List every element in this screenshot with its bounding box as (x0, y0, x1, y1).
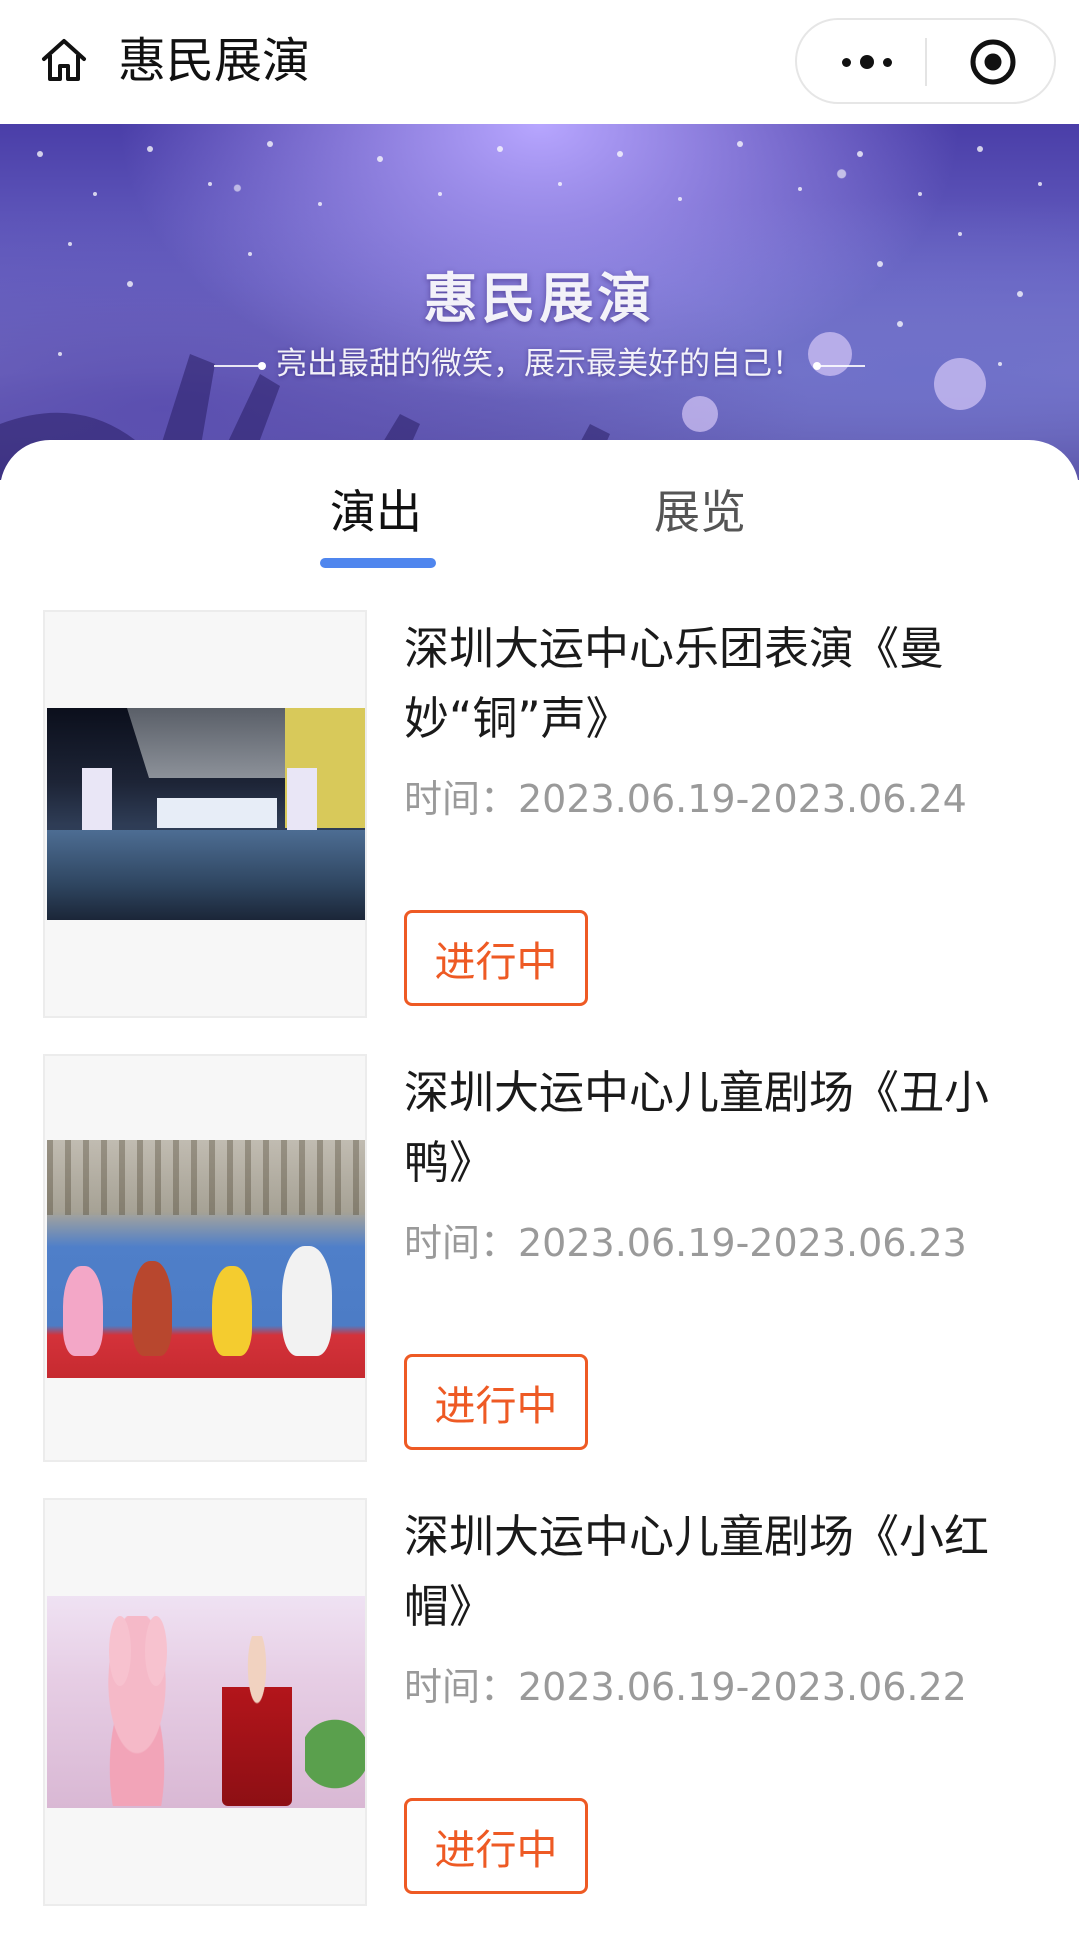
banner-subtitle: 亮出最甜的微笑，展示最美好的自己！ (276, 346, 803, 382)
close-button[interactable] (961, 32, 1025, 92)
more-dots-icon-right (883, 57, 892, 67)
event-thumbnail-frame (43, 610, 367, 1018)
event-time: 时间：2023.06.19-2023.06.24 (404, 777, 967, 821)
status-badge[interactable]: 进行中 (404, 910, 588, 1006)
list-item[interactable]: 深圳大运中心儿童剧场《小红帽》 时间：2023.06.19-2023.06.22… (0, 1498, 1079, 1908)
banner-title: 惠民展演 (423, 267, 656, 330)
subtitle-line-left (214, 361, 266, 370)
event-title[interactable]: 深圳大运中心儿童剧场《小红帽》 (404, 1502, 1044, 1642)
list-item[interactable]: 深圳大运中心乐团表演《曼妙“铜”声》 时间：2023.06.19-2023.06… (0, 610, 1079, 1020)
event-thumbnail-red-riding-hood (47, 1596, 365, 1808)
home-icon (42, 39, 86, 81)
event-thumbnail-orchestra (47, 708, 365, 920)
target-close-icon (970, 39, 1016, 85)
more-button[interactable] (817, 30, 917, 94)
list-item[interactable]: 深圳大运中心儿童剧场《丑小鸭》 时间：2023.06.19-2023.06.23… (0, 1054, 1079, 1464)
event-title[interactable]: 深圳大运中心儿童剧场《丑小鸭》 (404, 1058, 1044, 1198)
tab-exhibition[interactable]: 展览 (654, 480, 746, 544)
nav-header: 惠民展演 (0, 0, 1079, 124)
capsule-divider (925, 38, 927, 86)
content-card: 演出 展览 深圳大运中心乐团表演《曼妙“铜”声》 时间：2023.06.19-2… (0, 440, 1079, 1941)
status-badge[interactable]: 进行中 (404, 1798, 588, 1894)
event-time: 时间：2023.06.19-2023.06.23 (404, 1221, 967, 1265)
event-time: 时间：2023.06.19-2023.06.22 (404, 1665, 967, 1709)
status-badge[interactable]: 进行中 (404, 1354, 588, 1450)
home-button[interactable] (34, 30, 94, 90)
subtitle-line-right (813, 361, 865, 370)
tab-active-indicator (320, 558, 436, 568)
event-thumbnail-frame (43, 1498, 367, 1906)
page-title: 惠民展演 (118, 33, 311, 89)
banner-subtitle-row: 亮出最甜的微笑，展示最美好的自己！ (0, 338, 1079, 383)
hero-banner: 惠民展演 亮出最甜的微笑，展示最美好的自己！ (0, 124, 1079, 480)
mini-program-capsule (795, 18, 1056, 104)
more-dots-icon-center (860, 55, 874, 69)
event-title[interactable]: 深圳大运中心乐团表演《曼妙“铜”声》 (404, 614, 1044, 754)
more-dots-icon (842, 57, 851, 67)
event-thumbnail-duckling (47, 1140, 365, 1378)
event-thumbnail-frame (43, 1054, 367, 1462)
tab-performance[interactable]: 演出 (330, 480, 422, 544)
tab-bar: 演出 展览 (0, 440, 1079, 580)
